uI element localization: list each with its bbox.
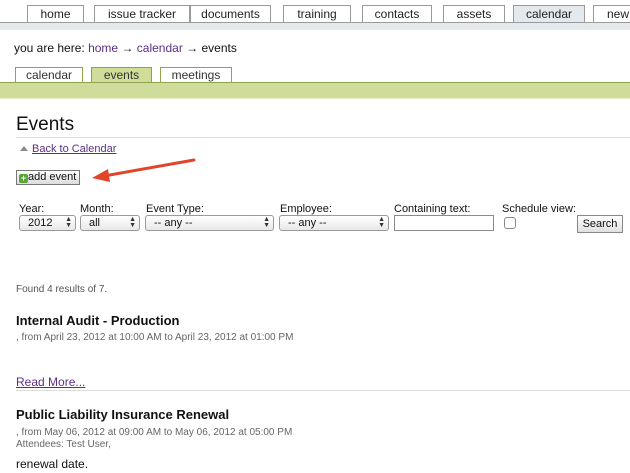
event-description: renewal date. xyxy=(16,457,89,471)
event-type-value: -- any -- xyxy=(154,217,193,229)
month-select[interactable]: all ▲ ▼ xyxy=(80,215,140,231)
subtab-events[interactable]: events xyxy=(91,67,152,83)
sub-tabs: calendar events meetings xyxy=(0,66,630,83)
back-to-calendar-link[interactable]: Back to Calendar xyxy=(20,143,116,155)
event-title[interactable]: Public Liability Insurance Renewal xyxy=(16,407,229,422)
tab-training[interactable]: training xyxy=(283,5,351,23)
up-triangle-icon xyxy=(20,146,28,151)
event-divider xyxy=(16,390,630,391)
schedule-view-checkbox[interactable] xyxy=(504,217,516,229)
tab-assets[interactable]: assets xyxy=(443,5,505,23)
subtab-bar xyxy=(0,82,630,99)
breadcrumb-prefix: you are here: xyxy=(14,41,85,55)
event-attendees: Attendees: Test User, xyxy=(16,439,111,450)
subtab-calendar[interactable]: calendar xyxy=(15,67,83,83)
results-count: Found 4 results of 7. xyxy=(16,284,108,295)
event-date: , from April 23, 2012 at 10:00 AM to Apr… xyxy=(16,332,294,343)
breadcrumb-current: events xyxy=(201,41,237,55)
month-value: all xyxy=(89,217,101,229)
containing-text-label: Containing text: xyxy=(394,203,471,215)
breadcrumb-home-link[interactable]: home xyxy=(88,41,118,55)
year-value: 2012 xyxy=(28,217,53,229)
month-label: Month: xyxy=(80,203,114,215)
select-arrows-icon: ▲ ▼ xyxy=(65,216,72,229)
top-nav: home issue tracker documents training co… xyxy=(0,0,630,30)
plus-icon: + xyxy=(19,173,28,183)
tab-documents[interactable]: documents xyxy=(190,5,271,23)
subtab-meetings[interactable]: meetings xyxy=(160,67,232,83)
select-arrows-icon: ▲ ▼ xyxy=(263,216,270,229)
event-date: , from May 06, 2012 at 09:00 AM to May 0… xyxy=(16,427,293,438)
employee-label: Employee: xyxy=(280,203,332,215)
page-title: Events xyxy=(16,114,75,135)
breadcrumb-calendar-link[interactable]: calendar xyxy=(137,41,183,55)
tab-home[interactable]: home xyxy=(27,5,84,23)
breadcrumb-separator: → xyxy=(186,41,199,55)
employee-select[interactable]: -- any -- ▲ ▼ xyxy=(279,215,389,231)
employee-value: -- any -- xyxy=(288,217,327,229)
schedule-view-label: Schedule view: xyxy=(502,203,576,215)
read-more-link[interactable]: Read More... xyxy=(16,375,85,389)
tab-issue-tracker[interactable]: issue tracker xyxy=(94,5,190,23)
event-type-select[interactable]: -- any -- ▲ ▼ xyxy=(145,215,274,231)
select-arrows-icon: ▲ ▼ xyxy=(129,216,136,229)
breadcrumb: you are here: home → calendar → events xyxy=(14,41,237,55)
add-event-label: add event xyxy=(28,171,77,183)
year-select[interactable]: 2012 ▲ ▼ xyxy=(19,215,76,231)
title-divider xyxy=(16,137,630,138)
annotation-arrow-icon xyxy=(92,158,196,182)
tab-contacts[interactable]: contacts xyxy=(362,5,432,23)
event-title[interactable]: Internal Audit - Production xyxy=(16,313,179,328)
event-type-label: Event Type: xyxy=(146,203,204,215)
add-event-button[interactable]: + add event xyxy=(16,170,81,185)
back-link-label: Back to Calendar xyxy=(32,143,117,155)
nav-bar xyxy=(0,23,630,30)
breadcrumb-separator: → xyxy=(121,41,134,55)
containing-text-input[interactable] xyxy=(394,215,494,231)
tab-new[interactable]: new xyxy=(593,5,630,23)
year-label: Year: xyxy=(19,203,45,215)
select-arrows-icon: ▲ ▼ xyxy=(378,216,385,229)
search-button[interactable]: Search xyxy=(577,215,623,233)
